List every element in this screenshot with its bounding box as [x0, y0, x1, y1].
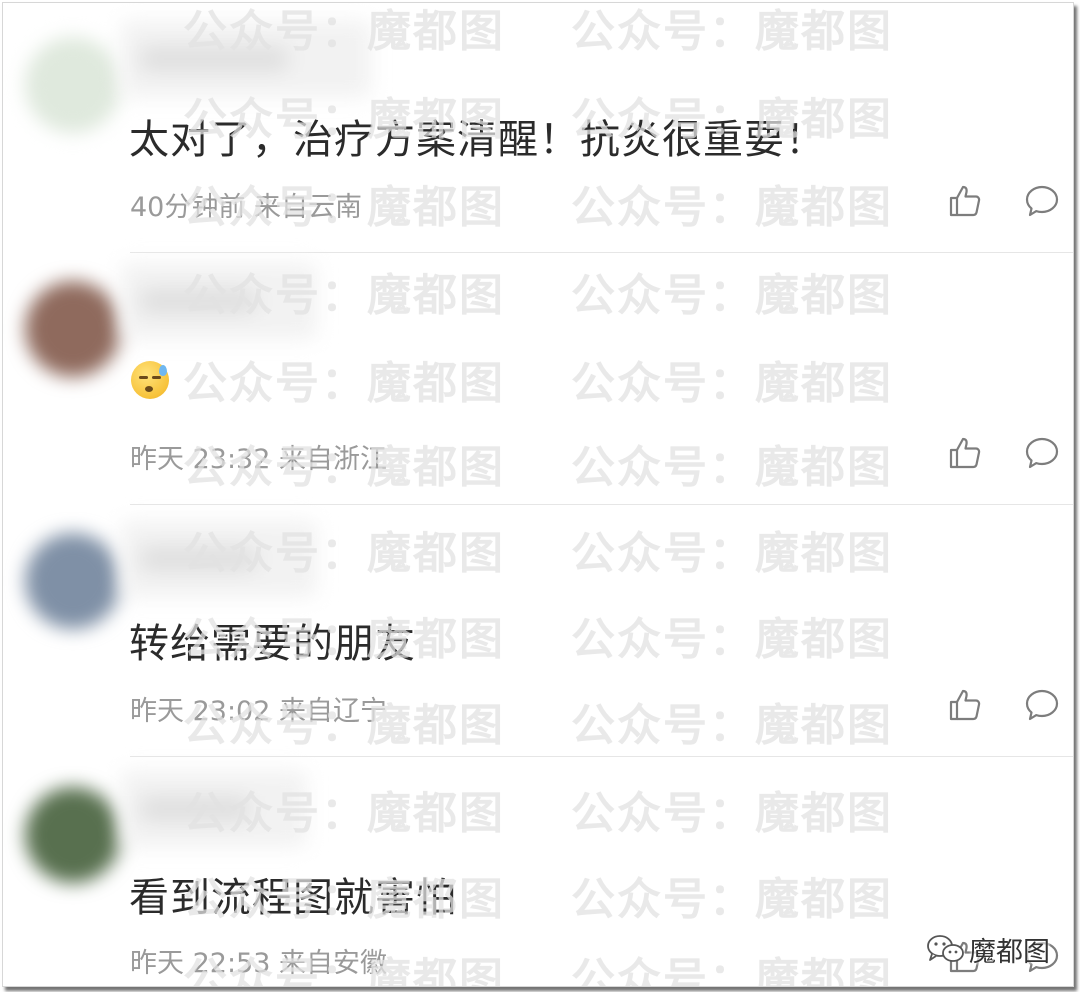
- comment-bubble-icon[interactable]: [1024, 687, 1060, 723]
- username-blurred[interactable]: [121, 521, 317, 597]
- comment-list: 太对了，治疗方案清醒！抗炎很重要！ 40分钟前 来自云南 昨天 23:32 来自…: [2, 2, 1074, 987]
- comment-meta: 昨天 23:02 来自辽宁: [130, 696, 387, 727]
- username-blurred[interactable]: [121, 771, 307, 847]
- avatar[interactable]: [25, 533, 121, 629]
- username-blurred[interactable]: [121, 21, 371, 97]
- comment-bubble-icon[interactable]: [1024, 183, 1060, 219]
- comment-item: 看到流程图就害怕 昨天 22:53 来自安徽: [3, 759, 1073, 986]
- thumbs-up-icon[interactable]: [947, 435, 983, 471]
- comment-text: 太对了，治疗方案清醒！抗炎很重要！: [129, 117, 826, 163]
- brand-badge: 魔都图: [925, 929, 1050, 969]
- divider: [130, 252, 1073, 253]
- comment-meta: 40分钟前 来自云南: [130, 192, 362, 223]
- comment-item: 昨天 23:32 来自浙江: [3, 255, 1073, 507]
- thumbs-up-icon[interactable]: [947, 183, 983, 219]
- thumbs-up-icon[interactable]: [947, 687, 983, 723]
- sleepy-sweat-emoji: [131, 361, 169, 399]
- brand-label: 魔都图: [969, 936, 1050, 968]
- comment-item: 转给需要的朋友 昨天 23:02 来自辽宁: [3, 507, 1073, 759]
- comment-meta: 昨天 22:53 来自安徽: [130, 948, 387, 979]
- comment-text: 看到流程图就害怕: [129, 875, 457, 921]
- wechat-icon: [927, 935, 964, 962]
- divider: [130, 504, 1073, 505]
- comment-text: 转给需要的朋友: [129, 621, 416, 667]
- username-blurred[interactable]: [121, 263, 317, 339]
- avatar[interactable]: [25, 281, 121, 377]
- avatar[interactable]: [25, 37, 121, 133]
- comment-meta: 昨天 23:32 来自浙江: [130, 444, 387, 475]
- comment-bubble-icon[interactable]: [1024, 435, 1060, 471]
- divider: [130, 756, 1073, 757]
- comment-item: 太对了，治疗方案清醒！抗炎很重要！ 40分钟前 来自云南: [3, 3, 1073, 255]
- avatar[interactable]: [25, 787, 121, 883]
